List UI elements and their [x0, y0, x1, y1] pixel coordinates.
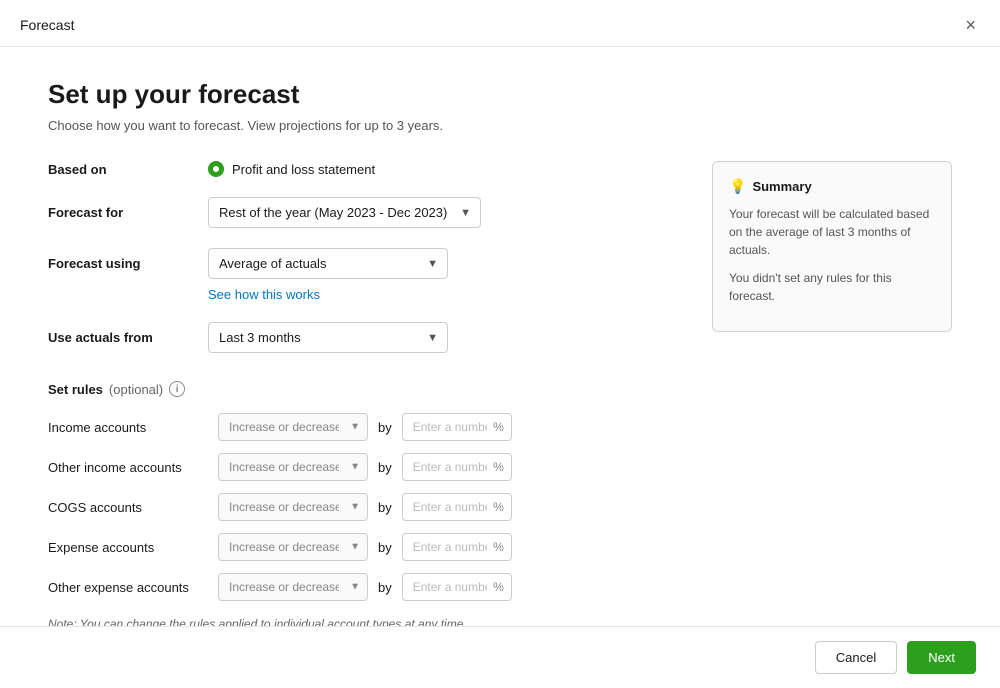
other-income-accounts-label: Other income accounts: [48, 460, 208, 475]
other-income-rule-select-wrapper: Increase or decrease Increase by Decreas…: [218, 453, 368, 481]
modal-title: Forecast: [20, 17, 74, 33]
expense-by-label: by: [378, 540, 392, 555]
see-how-link[interactable]: See how this works: [208, 287, 680, 302]
other-expense-by-label: by: [378, 580, 392, 595]
forecast-using-select[interactable]: Average of actuals Manual entry: [208, 248, 448, 279]
other-expense-accounts-label: Other expense accounts: [48, 580, 208, 595]
summary-text-1: Your forecast will be calculated based o…: [729, 205, 935, 259]
next-button[interactable]: Next: [907, 641, 976, 674]
income-rule-select[interactable]: Increase or decrease Increase by Decreas…: [218, 413, 368, 441]
cogs-rule-select[interactable]: Increase or decrease Increase by Decreas…: [218, 493, 368, 521]
main-content: Based on Profit and loss statement Forec…: [48, 161, 952, 626]
page-subtitle: Choose how you want to forecast. View pr…: [48, 118, 952, 133]
forecast-for-select-wrapper: Rest of the year (May 2023 - Dec 2023) N…: [208, 197, 481, 228]
other-income-number-input[interactable]: [402, 453, 512, 481]
based-on-row: Based on Profit and loss statement: [48, 161, 680, 177]
cogs-number-input[interactable]: [402, 493, 512, 521]
income-by-label: by: [378, 420, 392, 435]
cogs-rule-select-wrapper: Increase or decrease Increase by Decreas…: [218, 493, 368, 521]
other-expense-number-input[interactable]: [402, 573, 512, 601]
forecast-for-label: Forecast for: [48, 205, 208, 220]
forecast-for-select[interactable]: Rest of the year (May 2023 - Dec 2023) N…: [208, 197, 481, 228]
income-number-input[interactable]: [402, 413, 512, 441]
cogs-input-wrapper: %: [402, 493, 512, 521]
based-on-radio-group: Profit and loss statement: [208, 161, 375, 177]
use-actuals-row: Use actuals from Last 3 months Last 6 mo…: [48, 322, 680, 353]
cogs-accounts-label: COGS accounts: [48, 500, 208, 515]
expense-input-wrapper: %: [402, 533, 512, 561]
rule-row-other-income: Other income accounts Increase or decrea…: [48, 453, 680, 481]
other-expense-rule-select[interactable]: Increase or decrease Increase by Decreas…: [218, 573, 368, 601]
cogs-by-label: by: [378, 500, 392, 515]
use-actuals-select[interactable]: Last 3 months Last 6 months Last 12 mont…: [208, 322, 448, 353]
rules-section: Set rules (optional) i Income accounts I…: [48, 381, 680, 626]
form-section: Based on Profit and loss statement Forec…: [48, 161, 680, 626]
profit-loss-radio[interactable]: [208, 161, 224, 177]
forecast-using-select-wrapper: Average of actuals Manual entry ▼: [208, 248, 448, 279]
use-actuals-select-wrapper: Last 3 months Last 6 months Last 12 mont…: [208, 322, 448, 353]
expense-rule-select[interactable]: Increase or decrease Increase by Decreas…: [218, 533, 368, 561]
rules-header: Set rules (optional) i: [48, 381, 680, 397]
modal-container: Forecast × Set up your forecast Choose h…: [0, 0, 1000, 688]
page-title: Set up your forecast: [48, 79, 952, 110]
rules-note: Note: You can change the rules applied t…: [48, 617, 680, 626]
expense-rule-select-wrapper: Increase or decrease Increase by Decreas…: [218, 533, 368, 561]
forecast-for-row: Forecast for Rest of the year (May 2023 …: [48, 197, 680, 228]
other-income-by-label: by: [378, 460, 392, 475]
forecast-using-label: Forecast using: [48, 256, 208, 271]
summary-box: 💡 Summary Your forecast will be calculat…: [712, 161, 952, 332]
rules-info-icon[interactable]: i: [169, 381, 185, 397]
income-input-wrapper: %: [402, 413, 512, 441]
rule-row-cogs: COGS accounts Increase or decrease Incre…: [48, 493, 680, 521]
rule-row-expense: Expense accounts Increase or decrease In…: [48, 533, 680, 561]
summary-title-text: Summary: [752, 179, 811, 194]
based-on-label: Based on: [48, 162, 208, 177]
forecast-using-row: Forecast using Average of actuals Manual…: [48, 248, 680, 279]
cancel-button[interactable]: Cancel: [815, 641, 897, 674]
use-actuals-label: Use actuals from: [48, 330, 208, 345]
rule-row-other-expense: Other expense accounts Increase or decre…: [48, 573, 680, 601]
modal-header: Forecast ×: [0, 0, 1000, 47]
other-expense-rule-select-wrapper: Increase or decrease Increase by Decreas…: [218, 573, 368, 601]
modal-footer: Cancel Next: [0, 626, 1000, 688]
rules-title: Set rules: [48, 382, 103, 397]
other-income-input-wrapper: %: [402, 453, 512, 481]
income-rule-select-wrapper: Increase or decrease Increase by Decreas…: [218, 413, 368, 441]
rule-row-income: Income accounts Increase or decrease Inc…: [48, 413, 680, 441]
close-button[interactable]: ×: [961, 14, 980, 36]
summary-title: 💡 Summary: [729, 178, 935, 195]
expense-accounts-label: Expense accounts: [48, 540, 208, 555]
other-expense-input-wrapper: %: [402, 573, 512, 601]
summary-lightbulb-icon: 💡: [729, 178, 746, 195]
expense-number-input[interactable]: [402, 533, 512, 561]
other-income-rule-select[interactable]: Increase or decrease Increase by Decreas…: [218, 453, 368, 481]
income-accounts-label: Income accounts: [48, 420, 208, 435]
rules-optional-label: (optional): [109, 382, 163, 397]
summary-text-2: You didn't set any rules for this foreca…: [729, 269, 935, 305]
modal-body: Set up your forecast Choose how you want…: [0, 47, 1000, 626]
profit-loss-label: Profit and loss statement: [232, 162, 375, 177]
